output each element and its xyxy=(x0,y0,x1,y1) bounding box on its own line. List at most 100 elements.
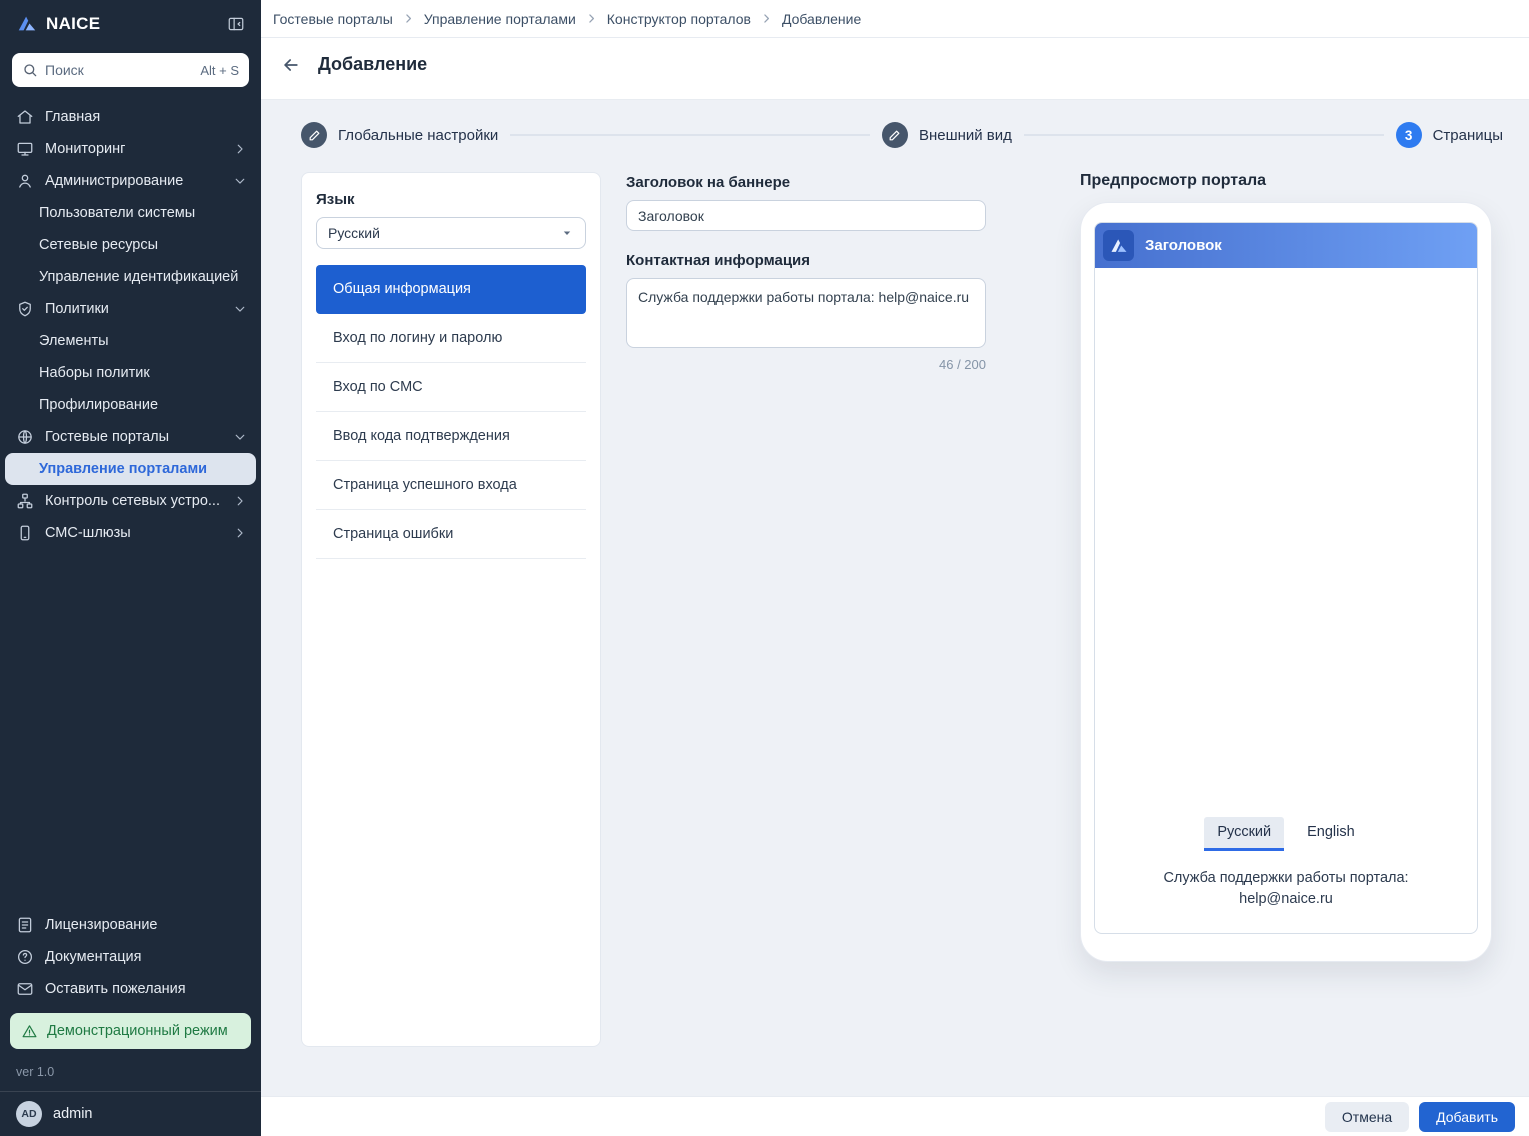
sidebar-item-sms-gateways[interactable]: СМС-шлюзы xyxy=(0,517,261,549)
app-version: ver 1.0 xyxy=(0,1055,261,1091)
preview-support-text: Служба поддержки работы портала: help@na… xyxy=(1105,868,1467,912)
preview-lang-tab-russian[interactable]: Русский xyxy=(1204,817,1284,851)
contact-info-label: Контактная информация xyxy=(626,252,986,269)
chevron-right-icon xyxy=(233,526,247,540)
step-global-settings[interactable]: Глобальные настройки xyxy=(301,122,498,148)
sidebar-item-label: Наборы политик xyxy=(39,365,150,381)
chevron-down-icon xyxy=(233,302,247,316)
language-select[interactable]: Русский xyxy=(316,217,586,249)
sidebar-item-home[interactable]: Главная xyxy=(0,101,261,133)
cancel-button[interactable]: Отмена xyxy=(1325,1102,1409,1132)
sidebar-collapse-icon[interactable] xyxy=(227,15,245,33)
step-appearance[interactable]: Внешний вид xyxy=(882,122,1012,148)
banner-title-input[interactable] xyxy=(626,200,986,231)
naice-logo-icon xyxy=(16,13,38,35)
sidebar-item-label: Лицензирование xyxy=(45,917,157,933)
language-label: Язык xyxy=(316,191,586,208)
sidebar-item-label: Контроль сетевых устро... xyxy=(45,493,220,509)
demo-mode-badge: Демонстрационный режим xyxy=(10,1013,251,1049)
sidebar-item-label: Сетевые ресурсы xyxy=(39,237,158,253)
search-input[interactable] xyxy=(45,62,193,78)
page-tab-general-info[interactable]: Общая информация xyxy=(316,265,586,314)
chevron-down-icon xyxy=(233,174,247,188)
sidebar-item-system-users[interactable]: Пользователи системы xyxy=(0,197,261,229)
page-tab-label: Страница ошибки xyxy=(333,526,453,542)
sidebar-item-profiling[interactable]: Профилирование xyxy=(0,389,261,421)
brand-name: NAICE xyxy=(46,14,100,34)
breadcrumb-guest-portals[interactable]: Гостевые порталы xyxy=(273,11,393,27)
stepper-connector xyxy=(1024,134,1384,136)
sidebar-item-label: Профилирование xyxy=(39,397,158,413)
sidebar-item-policies[interactable]: Политики xyxy=(0,293,261,325)
sidebar-item-label: Гостевые порталы xyxy=(45,429,169,445)
sidebar-item-label: Управление порталами xyxy=(39,461,207,477)
preview-panel: Предпросмотр портала Заголовок Русский xyxy=(1080,172,1500,962)
page-header: Добавление xyxy=(261,38,1529,100)
sidebar-item-network-resources[interactable]: Сетевые ресурсы xyxy=(0,229,261,261)
sidebar-item-licensing[interactable]: Лицензирование xyxy=(0,909,261,941)
language-select-value: Русский xyxy=(328,225,380,241)
sidebar-item-network-device-control[interactable]: Контроль сетевых устро... xyxy=(0,485,261,517)
chevron-right-icon xyxy=(402,12,415,25)
step-pages[interactable]: 3 Страницы xyxy=(1396,122,1503,148)
sidebar-item-documentation[interactable]: Документация xyxy=(0,941,261,973)
page-tab-error-page[interactable]: Страница ошибки xyxy=(316,510,586,559)
pencil-icon xyxy=(888,129,901,142)
chevron-right-icon xyxy=(233,142,247,156)
sidebar-item-administration[interactable]: Администрирование xyxy=(0,165,261,197)
chevron-right-icon xyxy=(585,12,598,25)
action-bar: Отмена Добавить xyxy=(261,1096,1529,1136)
step-circle xyxy=(301,122,327,148)
user-row[interactable]: AD admin xyxy=(0,1091,261,1136)
sidebar-item-label: СМС-шлюзы xyxy=(45,525,131,541)
sidebar-item-portal-management[interactable]: Управление порталами xyxy=(5,453,256,485)
sidebar-item-identity-management[interactable]: Управление идентификацией xyxy=(0,261,261,293)
portal-preview-screen: Заголовок Русский English Служба поддерж… xyxy=(1094,222,1478,934)
sidebar-item-feedback[interactable]: Оставить пожелания xyxy=(0,973,261,1005)
sidebar-item-label: Элементы xyxy=(39,333,109,349)
page-title: Добавление xyxy=(318,54,427,75)
sidebar-item-policy-sets[interactable]: Наборы политик xyxy=(0,357,261,389)
preview-heading: Предпросмотр портала xyxy=(1080,172,1500,190)
preview-body xyxy=(1095,268,1477,817)
submit-button[interactable]: Добавить xyxy=(1419,1102,1515,1132)
contact-info-textarea[interactable]: Служба поддержки работы портала: help@na… xyxy=(626,278,986,348)
page-tabs-list: Общая информация Вход по логину и паролю… xyxy=(316,265,586,559)
page-tab-label: Общая информация xyxy=(333,281,471,297)
page-tab-success-page[interactable]: Страница успешного входа xyxy=(316,461,586,510)
step-circle xyxy=(882,122,908,148)
fields-panel: Заголовок на баннере Контактная информац… xyxy=(626,172,986,372)
breadcrumb-current-add: Добавление xyxy=(782,11,861,27)
sidebar: NAICE Alt + S Главная Мониторинг Админис… xyxy=(0,0,261,1136)
sidebar-item-label: Оставить пожелания xyxy=(45,981,186,997)
user-name: admin xyxy=(53,1106,93,1122)
stepper: Глобальные настройки Внешний вид 3 Стран… xyxy=(301,122,1503,148)
license-icon xyxy=(16,916,34,934)
char-counter: 46 / 200 xyxy=(626,357,986,372)
breadcrumb-portal-management[interactable]: Управление порталами xyxy=(424,11,576,27)
monitor-icon xyxy=(16,140,34,158)
page-tab-label: Страница успешного входа xyxy=(333,477,517,493)
home-icon xyxy=(16,108,34,126)
demo-mode-label: Демонстрационный режим xyxy=(47,1023,228,1039)
sidebar-item-guest-portals[interactable]: Гостевые порталы xyxy=(0,421,261,453)
page-tab-login-sms[interactable]: Вход по СМС xyxy=(316,363,586,412)
avatar: AD xyxy=(16,1101,42,1127)
page-tab-login-password[interactable]: Вход по логину и паролю xyxy=(316,314,586,363)
preview-lang-tab-english[interactable]: English xyxy=(1294,817,1368,851)
pencil-icon xyxy=(308,129,321,142)
step-label: Страницы xyxy=(1433,127,1503,144)
brand-row: NAICE xyxy=(0,0,261,45)
pages-panel: Язык Русский Общая информация Вход по ло… xyxy=(301,172,601,1047)
warning-icon xyxy=(21,1023,38,1040)
breadcrumb-portal-builder[interactable]: Конструктор порталов xyxy=(607,11,751,27)
page-tab-confirmation-code[interactable]: Ввод кода подтверждения xyxy=(316,412,586,461)
chevron-right-icon xyxy=(760,12,773,25)
sidebar-bottom: Лицензирование Документация Оставить пож… xyxy=(0,909,261,1136)
sidebar-item-monitoring[interactable]: Мониторинг xyxy=(0,133,261,165)
sidebar-search: Alt + S xyxy=(12,53,249,87)
chevron-down-icon xyxy=(233,430,247,444)
sidebar-item-elements[interactable]: Элементы xyxy=(0,325,261,357)
back-arrow-icon[interactable] xyxy=(281,55,301,75)
search-icon xyxy=(22,62,38,78)
